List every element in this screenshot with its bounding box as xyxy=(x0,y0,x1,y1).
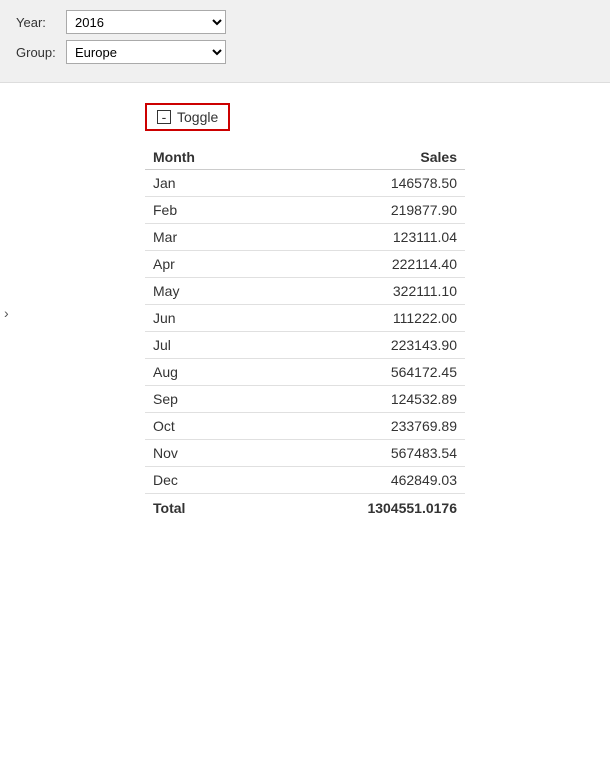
table-row: Dec462849.03 xyxy=(145,467,465,494)
month-cell: Jun xyxy=(145,305,258,332)
month-cell: Nov xyxy=(145,440,258,467)
month-column-header: Month xyxy=(145,145,258,170)
sales-cell: 233769.89 xyxy=(258,413,465,440)
sales-column-header: Sales xyxy=(258,145,465,170)
sales-cell: 222114.40 xyxy=(258,251,465,278)
table-row: Aug564172.45 xyxy=(145,359,465,386)
table-row: Sep124532.89 xyxy=(145,386,465,413)
month-cell: May xyxy=(145,278,258,305)
toggle-label: Toggle xyxy=(177,109,218,125)
sales-cell: 111222.00 xyxy=(258,305,465,332)
table-body: Jan146578.50Feb219877.90Mar123111.04Apr2… xyxy=(145,170,465,494)
side-arrow-icon[interactable]: › xyxy=(4,305,9,321)
group-label: Group: xyxy=(16,45,66,60)
sales-cell: 322111.10 xyxy=(258,278,465,305)
month-cell: Dec xyxy=(145,467,258,494)
table-row: Nov567483.54 xyxy=(145,440,465,467)
table-row: Jul223143.90 xyxy=(145,332,465,359)
sales-cell: 123111.04 xyxy=(258,224,465,251)
main-content: › Toggle Month Sales Jan146578.50Feb2198… xyxy=(0,83,610,542)
year-filter-row: Year: 2016 xyxy=(16,10,594,34)
sales-cell: 146578.50 xyxy=(258,170,465,197)
sales-cell: 462849.03 xyxy=(258,467,465,494)
sales-cell: 219877.90 xyxy=(258,197,465,224)
sales-cell: 223143.90 xyxy=(258,332,465,359)
month-cell: Feb xyxy=(145,197,258,224)
group-filter-row: Group: Europe xyxy=(16,40,594,64)
month-cell: Jul xyxy=(145,332,258,359)
month-cell: Aug xyxy=(145,359,258,386)
table-row: Oct233769.89 xyxy=(145,413,465,440)
sales-cell: 124532.89 xyxy=(258,386,465,413)
month-cell: Sep xyxy=(145,386,258,413)
table-header-row: Month Sales xyxy=(145,145,465,170)
sales-table: Month Sales Jan146578.50Feb219877.90Mar1… xyxy=(145,145,465,522)
table-row: Jun111222.00 xyxy=(145,305,465,332)
group-select[interactable]: Europe xyxy=(66,40,226,64)
month-cell: Apr xyxy=(145,251,258,278)
sales-cell: 567483.54 xyxy=(258,440,465,467)
minus-box-icon xyxy=(157,110,171,124)
year-label: Year: xyxy=(16,15,66,30)
year-select[interactable]: 2016 xyxy=(66,10,226,34)
table-row: Mar123111.04 xyxy=(145,224,465,251)
table-row: Feb219877.90 xyxy=(145,197,465,224)
sales-cell: 564172.45 xyxy=(258,359,465,386)
toggle-button[interactable]: Toggle xyxy=(145,103,230,131)
table-row: Apr222114.40 xyxy=(145,251,465,278)
total-row: Total 1304551.0176 xyxy=(145,494,465,523)
filter-panel: Year: 2016 Group: Europe xyxy=(0,0,610,83)
table-container: Toggle Month Sales Jan146578.50Feb219877… xyxy=(145,103,465,522)
table-row: May322111.10 xyxy=(145,278,465,305)
total-value: 1304551.0176 xyxy=(258,494,465,523)
month-cell: Oct xyxy=(145,413,258,440)
total-label: Total xyxy=(145,494,258,523)
month-cell: Jan xyxy=(145,170,258,197)
table-row: Jan146578.50 xyxy=(145,170,465,197)
month-cell: Mar xyxy=(145,224,258,251)
